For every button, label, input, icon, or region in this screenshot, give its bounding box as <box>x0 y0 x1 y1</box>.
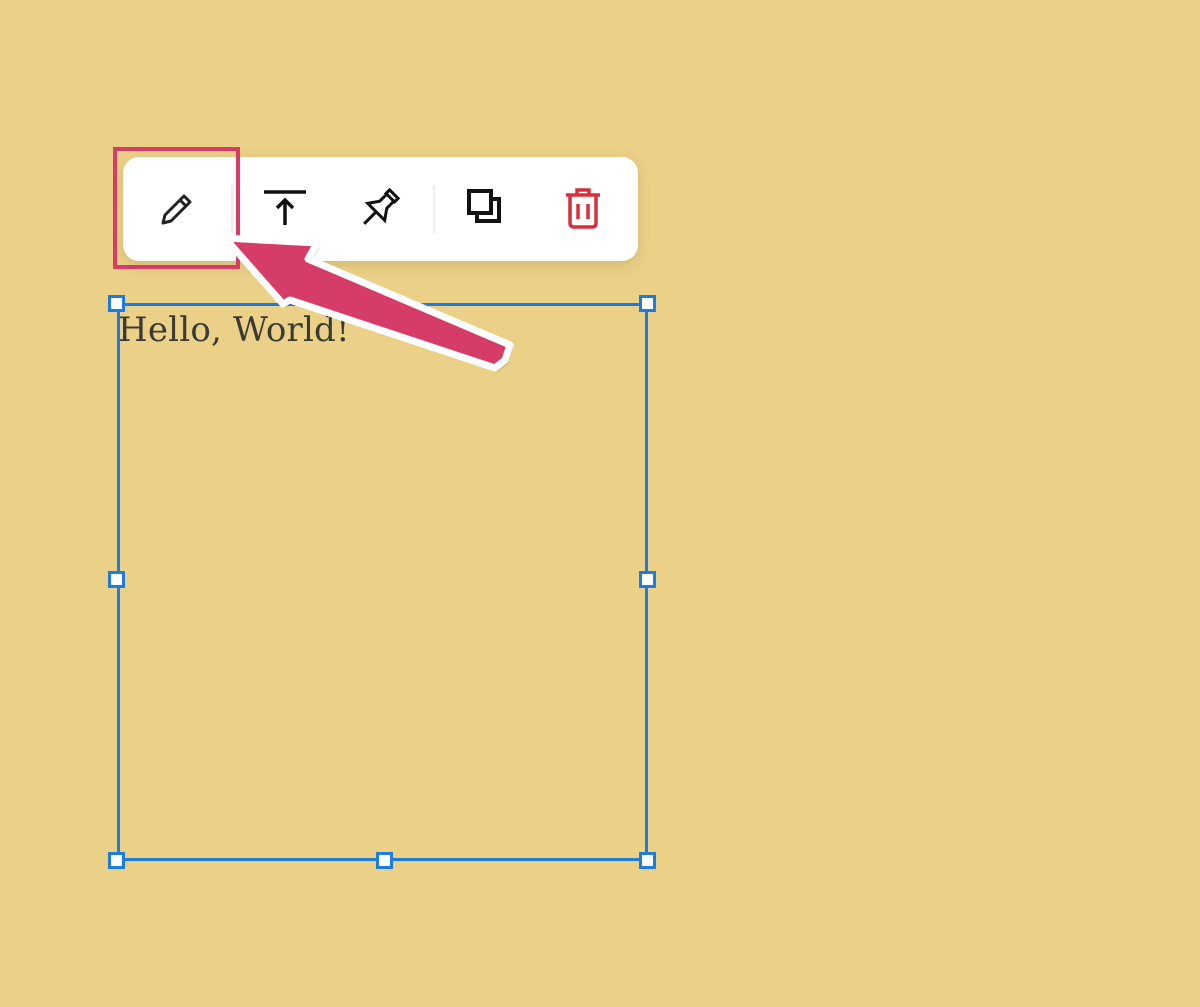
pushpin-icon <box>363 187 401 225</box>
resize-handle-bottom-left[interactable] <box>108 852 125 869</box>
resize-handle-bottom-middle[interactable] <box>376 852 393 869</box>
resize-handle-middle-left[interactable] <box>108 571 125 588</box>
resize-handle-top-right[interactable] <box>639 295 656 312</box>
arrow-up-to-line-icon <box>264 190 306 225</box>
bring-to-front-button[interactable] <box>259 183 311 235</box>
resize-handle-middle-right[interactable] <box>639 571 656 588</box>
annotation-highlight-box <box>113 147 240 269</box>
selection-frame <box>117 303 648 861</box>
toolbar-separator <box>433 185 435 233</box>
trash-icon <box>566 188 600 229</box>
duplicate-button[interactable] <box>462 183 514 235</box>
delete-button[interactable] <box>557 183 609 235</box>
resize-handle-bottom-right[interactable] <box>639 852 656 869</box>
copy-icon <box>467 189 501 223</box>
pin-button[interactable] <box>353 183 405 235</box>
resize-handle-top-left[interactable] <box>108 295 125 312</box>
